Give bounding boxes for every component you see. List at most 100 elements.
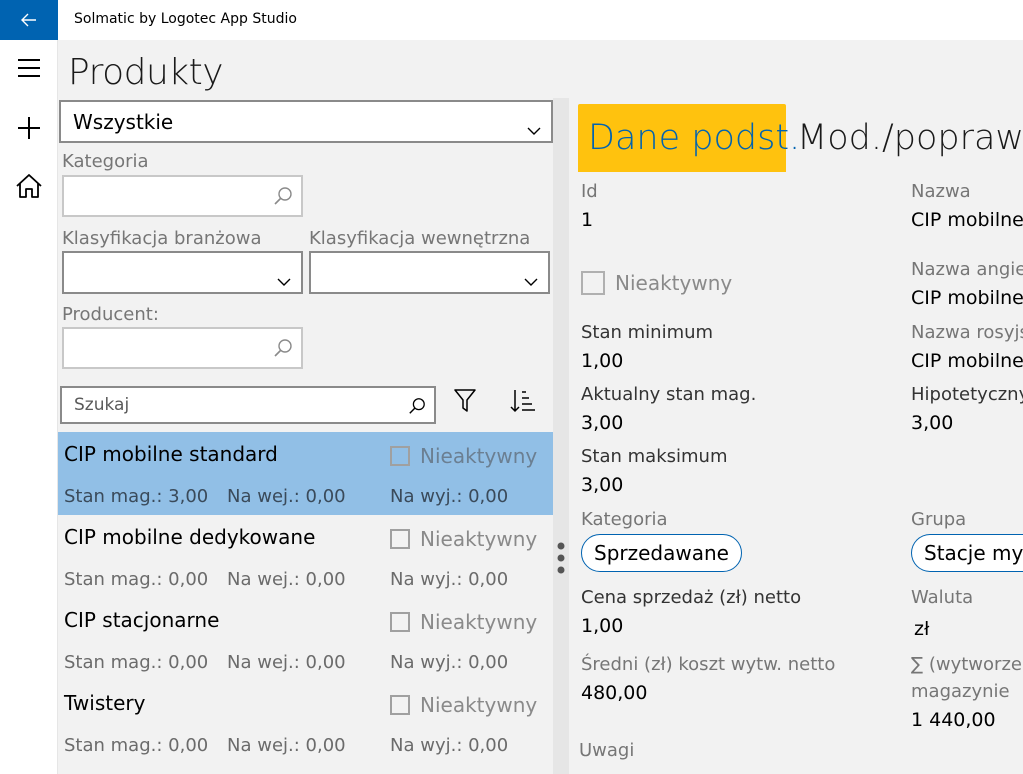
app-title: Solmatic by Logotec App Studio <box>74 11 297 27</box>
kategoria-label: Kategoria <box>581 509 668 530</box>
stan-maksimum-label: Stan maksimum <box>581 446 728 467</box>
checkbox-box <box>390 529 410 549</box>
plus-icon <box>17 116 41 140</box>
cena-label: Cena sprzedaż (zł) netto <box>581 587 802 608</box>
nazwa-label: Nazwa <box>911 181 971 202</box>
search-icon <box>408 397 426 415</box>
stan-minimum-label: Stan minimum <box>581 322 714 343</box>
hipotetyczny-value: 3,00 <box>911 412 954 434</box>
inactive-label: Nieaktywny <box>420 444 538 468</box>
sort-button[interactable] <box>508 387 538 415</box>
panel-splitter[interactable] <box>553 98 569 774</box>
na-wej: Na wej.: 0,00 <box>227 652 346 673</box>
type-filter-dropdown[interactable]: Wszystkie <box>59 100 553 143</box>
cena-value: 1,00 <box>581 615 624 637</box>
nieaktywny-label: Nieaktywny <box>615 271 733 295</box>
nazwa-value: CIP mobilne <box>911 209 1023 231</box>
inactive-label: Nieaktywny <box>420 527 538 551</box>
suma-label-line1: ∑ (wytworzen <box>911 654 1023 675</box>
inactive-label: Nieaktywny <box>420 693 538 717</box>
arrow-left-icon <box>21 13 37 27</box>
klasyfikacja-branzowa-dropdown[interactable] <box>62 251 303 294</box>
suma-value: 1 440,00 <box>911 709 996 731</box>
nazwa-angielska-label: Nazwa angiel <box>911 259 1023 280</box>
search-icon <box>273 186 293 210</box>
producent-input[interactable] <box>62 327 303 369</box>
drag-handle-icon <box>556 541 566 575</box>
sort-icon <box>510 388 536 414</box>
stan-mag: Stan mag.: 0,00 <box>64 735 209 756</box>
inactive-checkbox[interactable]: Nieaktywny <box>390 693 537 717</box>
hamburger-icon <box>17 58 41 78</box>
kategoria-input[interactable] <box>62 175 303 217</box>
kategoria-label: Kategoria <box>62 151 149 172</box>
product-name: Twistery <box>64 691 146 715</box>
product-list-item[interactable]: Twistery Nieaktywny Stan mag.: 0,00 Na w… <box>58 681 553 764</box>
back-button[interactable] <box>0 0 58 40</box>
na-wej: Na wej.: 0,00 <box>227 486 346 507</box>
suma-label-line2: magazynie <box>911 681 1010 702</box>
product-list-item[interactable]: CIP stacjonarne Nieaktywny Stan mag.: 0,… <box>58 598 553 681</box>
stan-mag: Stan mag.: 0,00 <box>64 569 209 590</box>
hipotetyczny-label: Hipotetyczny <box>911 384 1023 405</box>
tab-mod-poprawki[interactable]: Mod./poprawk <box>797 118 1023 158</box>
product-name: CIP mobilne standard <box>64 442 278 466</box>
add-button[interactable] <box>0 106 57 150</box>
inactive-checkbox[interactable]: Nieaktywny <box>390 527 537 551</box>
nazwa-rosyjska-label: Nazwa rosyjsk <box>911 322 1023 343</box>
nazwa-rosyjska-value: CIP mobilne <box>911 350 1023 372</box>
product-list-item[interactable]: CIP mobilne standard Nieaktywny Stan mag… <box>58 432 553 515</box>
waluta-value: zł <box>914 618 930 640</box>
na-wyj: Na wyj.: 0,00 <box>390 486 509 507</box>
klasyfikacja-branzowa-label: Klasyfikacja branżowa <box>62 228 262 249</box>
kategoria-chip[interactable]: Sprzedawane <box>581 534 742 572</box>
uwagi-label: Uwagi <box>579 740 635 761</box>
stan-mag: Stan mag.: 0,00 <box>64 652 209 673</box>
funnel-icon <box>454 389 476 413</box>
menu-button[interactable] <box>0 46 57 90</box>
inactive-label: Nieaktywny <box>420 610 538 634</box>
id-label: Id <box>581 181 598 202</box>
waluta-label: Waluta <box>911 587 974 608</box>
product-search-input[interactable]: Szukaj <box>60 386 436 424</box>
sredni-koszt-value: 480,00 <box>581 682 648 704</box>
type-filter-value: Wszystkie <box>73 109 174 134</box>
na-wyj: Na wyj.: 0,00 <box>390 569 509 590</box>
checkbox-box <box>581 271 605 295</box>
nazwa-angielska-value: CIP mobilne <box>911 287 1023 309</box>
search-placeholder: Szukaj <box>74 395 130 415</box>
chevron-down-icon <box>524 267 538 291</box>
stan-mag: Stan mag.: 3,00 <box>64 486 209 507</box>
filter-button[interactable] <box>451 387 479 415</box>
stan-minimum-value: 1,00 <box>581 350 624 372</box>
home-button[interactable] <box>0 164 57 208</box>
klasyfikacja-wewnetrzna-label: Klasyfikacja wewnętrzna <box>309 228 531 249</box>
id-value: 1 <box>581 209 594 231</box>
na-wej: Na wej.: 0,00 <box>227 735 346 756</box>
grupa-chip[interactable]: Stacje myja <box>911 534 1023 572</box>
nav-rail <box>0 40 58 774</box>
aktualny-stan-label: Aktualny stan mag. <box>581 384 757 405</box>
tab-dane-podst-label: Dane podst. <box>588 118 801 158</box>
checkbox-box <box>390 695 410 715</box>
chevron-down-icon <box>277 267 291 291</box>
checkbox-box <box>390 446 410 466</box>
product-name: CIP stacjonarne <box>64 608 220 632</box>
sredni-koszt-label: Średni (zł) koszt wytw. netto <box>581 654 836 675</box>
nieaktywny-checkbox[interactable]: Nieaktywny <box>581 271 732 295</box>
klasyfikacja-wewnetrzna-dropdown[interactable] <box>309 251 550 294</box>
na-wej: Na wej.: 0,00 <box>227 569 346 590</box>
inactive-checkbox[interactable]: Nieaktywny <box>390 610 537 634</box>
checkbox-box <box>390 612 410 632</box>
chevron-down-icon <box>527 116 541 140</box>
page-title: Produkty <box>68 52 224 93</box>
na-wyj: Na wyj.: 0,00 <box>390 735 509 756</box>
product-list-item[interactable]: CIP mobilne dedykowane Nieaktywny Stan m… <box>58 515 553 598</box>
na-wyj: Na wyj.: 0,00 <box>390 652 509 673</box>
producent-label: Producent: <box>62 304 159 325</box>
inactive-checkbox[interactable]: Nieaktywny <box>390 444 537 468</box>
aktualny-stan-value: 3,00 <box>581 412 624 434</box>
grupa-label: Grupa <box>911 509 967 530</box>
product-name: CIP mobilne dedykowane <box>64 525 316 549</box>
home-icon <box>15 174 42 198</box>
